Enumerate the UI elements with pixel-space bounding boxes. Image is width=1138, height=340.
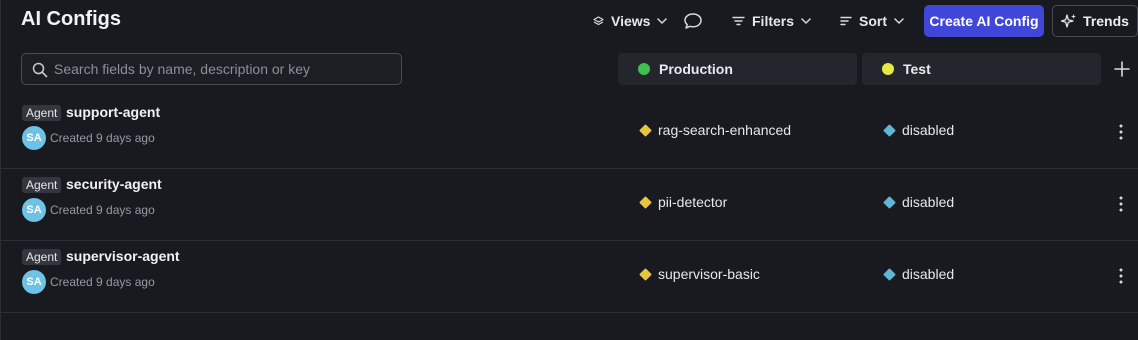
chevron-down-icon xyxy=(894,18,904,24)
created-timestamp: Created 9 days ago xyxy=(50,131,155,145)
chevron-down-icon xyxy=(657,18,668,24)
app-window: AI Configs Views Filters Sort Create AI … xyxy=(0,0,1138,340)
test-variation[interactable]: disabled xyxy=(883,266,955,282)
production-variation[interactable]: rag-search-enhanced xyxy=(639,122,792,138)
create-ai-config-button[interactable]: Create AI Config xyxy=(924,5,1044,37)
test-variation[interactable]: disabled xyxy=(883,122,955,138)
search-icon xyxy=(32,62,48,78)
chevron-down-icon xyxy=(801,18,811,24)
env-status-dot xyxy=(882,63,894,75)
more-options-icon[interactable] xyxy=(1118,123,1124,141)
trends-button[interactable]: Trends xyxy=(1052,5,1138,37)
env-status-dot xyxy=(638,63,650,75)
type-badge: Agent xyxy=(22,105,62,121)
views-button[interactable]: Views xyxy=(593,6,668,36)
page-title: AI Configs xyxy=(21,8,121,30)
variation-diamond-icon xyxy=(639,195,652,209)
env-header-test[interactable]: Test xyxy=(862,53,1101,85)
env-header-production[interactable]: Production xyxy=(618,53,857,85)
table-row[interactable]: Agent support-agent SA Created 9 days ag… xyxy=(1,97,1138,169)
sort-label: Sort xyxy=(859,13,887,29)
variation-diamond-icon xyxy=(639,267,652,281)
sparkles-icon xyxy=(1061,14,1077,28)
test-variation[interactable]: disabled xyxy=(883,194,955,210)
layers-icon xyxy=(593,16,604,26)
search-input[interactable] xyxy=(54,54,394,84)
created-timestamp: Created 9 days ago xyxy=(50,275,155,289)
variation-label: supervisor-basic xyxy=(658,266,760,282)
type-badge: Agent xyxy=(22,249,62,265)
variation-diamond-icon xyxy=(639,123,652,137)
production-variation[interactable]: pii-detector xyxy=(639,194,728,210)
config-name-link[interactable]: security-agent xyxy=(66,176,162,192)
type-badge: Agent xyxy=(22,177,62,193)
table-row[interactable]: Agent security-agent SA Created 9 days a… xyxy=(1,169,1138,241)
config-name-link[interactable]: support-agent xyxy=(66,104,160,120)
env-name: Test xyxy=(903,61,931,77)
views-label: Views xyxy=(611,13,651,29)
table-row[interactable]: Agent supervisor-agent SA Created 9 days… xyxy=(1,241,1138,313)
variation-label: disabled xyxy=(902,194,955,210)
production-variation[interactable]: supervisor-basic xyxy=(639,266,760,282)
add-environment-icon[interactable] xyxy=(1112,59,1132,79)
env-name: Production xyxy=(659,61,733,77)
more-options-icon[interactable] xyxy=(1118,195,1124,213)
chat-bubble-icon xyxy=(684,13,702,29)
filters-button[interactable]: Filters xyxy=(732,6,811,36)
avatar: SA xyxy=(22,198,46,222)
trends-label: Trends xyxy=(1083,13,1129,29)
variation-diamond-icon xyxy=(883,267,896,281)
search-box xyxy=(21,53,402,85)
sort-button[interactable]: Sort xyxy=(840,6,904,36)
variation-label: pii-detector xyxy=(658,194,728,210)
avatar: SA xyxy=(22,126,46,150)
filter-lines-icon xyxy=(732,16,745,26)
sort-lines-icon xyxy=(840,16,852,26)
variation-label: disabled xyxy=(902,266,955,282)
more-options-icon[interactable] xyxy=(1118,267,1124,285)
variation-diamond-icon xyxy=(883,123,896,137)
avatar: SA xyxy=(22,270,46,294)
variation-label: disabled xyxy=(902,122,955,138)
config-name-link[interactable]: supervisor-agent xyxy=(66,248,180,264)
page-header: AI Configs Views Filters Sort Create AI … xyxy=(1,0,1138,42)
filters-label: Filters xyxy=(752,13,795,29)
created-timestamp: Created 9 days ago xyxy=(50,203,155,217)
comments-button[interactable] xyxy=(683,6,703,36)
variation-label: rag-search-enhanced xyxy=(658,122,792,138)
variation-diamond-icon xyxy=(883,195,896,209)
